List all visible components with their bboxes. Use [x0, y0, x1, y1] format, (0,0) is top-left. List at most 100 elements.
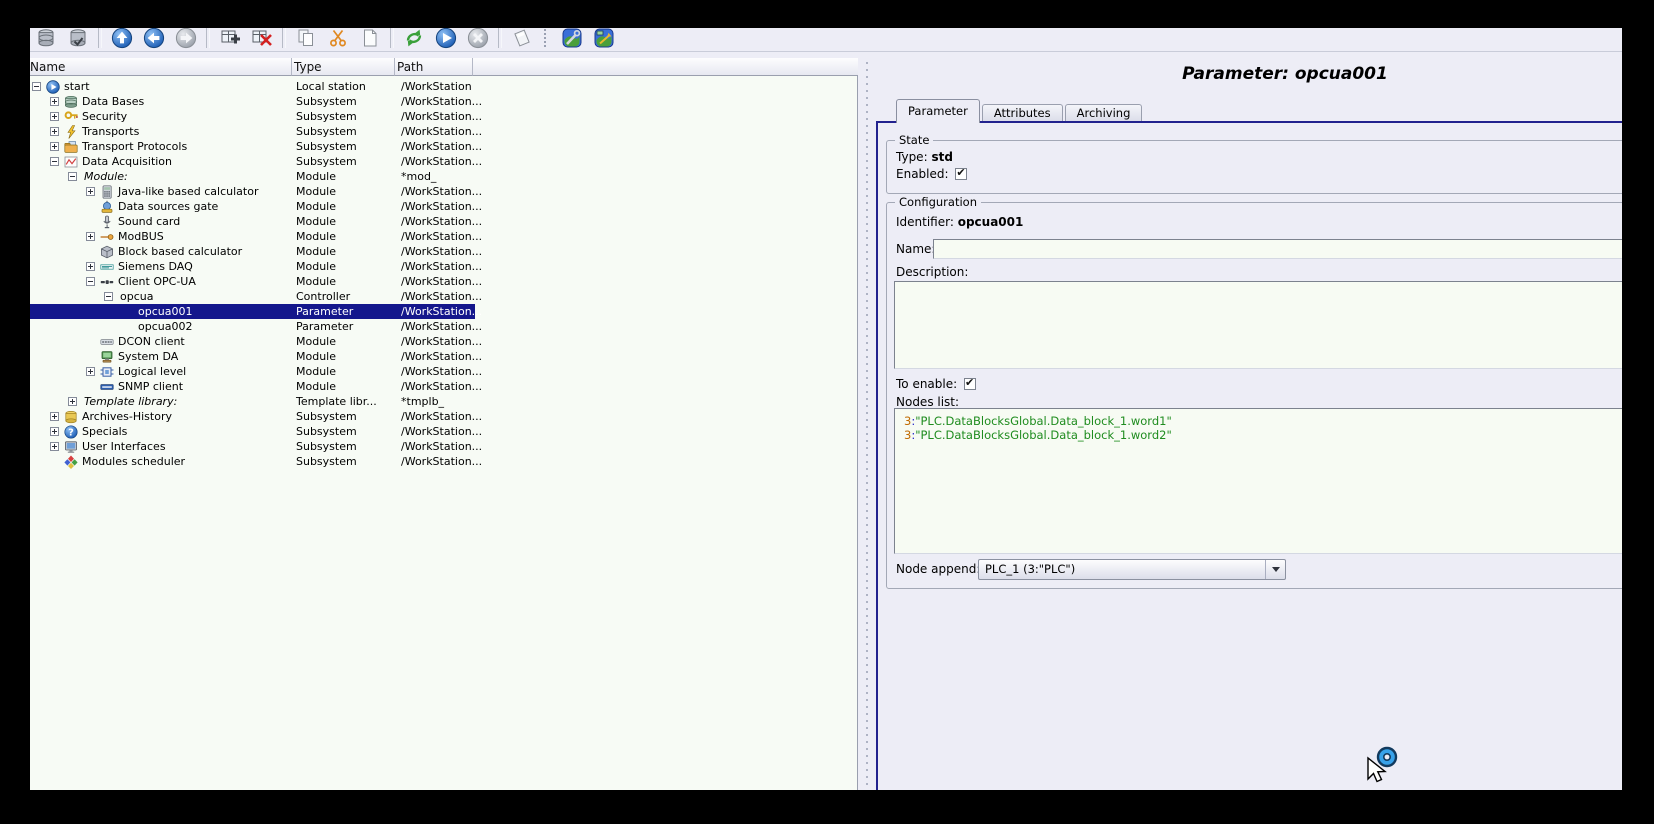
- start-icon: [46, 79, 60, 93]
- tree-item-type: Subsystem: [296, 454, 357, 469]
- module-tools-button[interactable]: [560, 28, 584, 50]
- opcua-module-icon: [100, 274, 114, 288]
- expand-icon[interactable]: [86, 367, 95, 376]
- delete-item-button[interactable]: [250, 28, 274, 50]
- scissors-icon: [327, 28, 349, 49]
- tree-item-type: Parameter: [296, 304, 353, 319]
- daq-icon: [64, 154, 78, 168]
- tree-row-security[interactable]: SecuritySubsystem/WorkStation...: [30, 109, 475, 124]
- toolbar: [30, 28, 1622, 52]
- tree-row-system-da[interactable]: System DAModule/WorkStation...: [30, 349, 475, 364]
- tree-row-data-sources-gate[interactable]: Data sources gateModule/WorkStation...: [30, 199, 475, 214]
- panel-splitter[interactable]: [862, 58, 872, 790]
- start-play-icon: [435, 28, 457, 49]
- expand-icon[interactable]: [86, 262, 95, 271]
- cut-item-button[interactable]: [326, 28, 350, 50]
- enabled-checkbox[interactable]: [955, 168, 967, 180]
- tree-item-label: Archives-History: [82, 409, 172, 424]
- column-header-type[interactable]: Type: [292, 58, 395, 76]
- collapse-icon[interactable]: [68, 172, 77, 181]
- tree-row-opcua001[interactable]: opcua001Parameter/WorkStation...: [30, 304, 475, 319]
- tree-item-path: /WorkStation...: [401, 424, 482, 439]
- clear-button[interactable]: [510, 28, 534, 50]
- tree-row-modbus[interactable]: ModBUSModule/WorkStation...: [30, 229, 475, 244]
- tree-item-label: Security: [82, 109, 127, 124]
- save-to-db-button[interactable]: [66, 28, 90, 50]
- identifier-label: Identifier:: [896, 215, 954, 229]
- collapse-icon[interactable]: [32, 82, 41, 91]
- tree-item-path: /WorkStation...: [401, 154, 482, 169]
- load-from-db-button[interactable]: [34, 28, 58, 50]
- node-append-select[interactable]: PLC_1 (3:"PLC"): [978, 559, 1286, 580]
- tree-row-data-bases[interactable]: Data BasesSubsystem/WorkStation...: [30, 94, 475, 109]
- tree-item-type: Module: [296, 334, 336, 349]
- tree-item-type: Module: [296, 349, 336, 364]
- parameter-tab-content: State Type: std Enabled: Configuration I…: [876, 121, 1622, 790]
- toolbar-handle[interactable]: [544, 29, 550, 47]
- tree-row-opcua002[interactable]: opcua002Parameter/WorkStation...: [30, 319, 475, 334]
- table-delete-icon: [251, 28, 273, 49]
- toolbar-separator: [206, 28, 210, 48]
- stop-button[interactable]: [466, 28, 490, 50]
- tree-row-data-acquisition[interactable]: Data AcquisitionSubsystem/WorkStation...: [30, 154, 475, 169]
- tree-row-siemens-daq[interactable]: Siemens DAQModule/WorkStation...: [30, 259, 475, 274]
- tree-row-template-library[interactable]: Template library:Template libr...*tmplb_: [30, 394, 475, 409]
- refresh-button[interactable]: [402, 28, 426, 50]
- expand-icon[interactable]: [50, 427, 59, 436]
- to-enable-checkbox[interactable]: [964, 378, 976, 390]
- tab-parameter[interactable]: Parameter: [896, 99, 980, 123]
- expand-icon[interactable]: [50, 127, 59, 136]
- name-input[interactable]: [933, 239, 1622, 259]
- tree-row-java-like-based-calculator[interactable]: Java-like based calculatorModule/WorkSta…: [30, 184, 475, 199]
- copy-item-button[interactable]: [294, 28, 318, 50]
- tree-item-path: *mod_: [401, 169, 436, 184]
- globe-links-icon: [593, 28, 615, 49]
- description-textarea[interactable]: [894, 281, 1622, 369]
- tree-row-transport-protocols[interactable]: Transport ProtocolsSubsystem/WorkStation…: [30, 139, 475, 154]
- expand-icon[interactable]: [50, 112, 59, 121]
- tree-row-client-opc-ua[interactable]: Client OPC-UAModule/WorkStation...: [30, 274, 475, 289]
- toolbar-separator: [498, 28, 502, 48]
- expand-icon[interactable]: [68, 397, 77, 406]
- tree-body: startLocal station/WorkStationData Bases…: [30, 79, 858, 469]
- expand-icon[interactable]: [50, 442, 59, 451]
- tree-row-snmp-client[interactable]: SNMP clientModule/WorkStation...: [30, 379, 475, 394]
- tree-row-dcon-client[interactable]: DCON clientModule/WorkStation...: [30, 334, 475, 349]
- expand-icon[interactable]: [50, 142, 59, 151]
- expand-icon[interactable]: [50, 97, 59, 106]
- collapse-icon[interactable]: [104, 292, 113, 301]
- column-header-path[interactable]: Path: [395, 58, 473, 76]
- tree-item-type: Subsystem: [296, 439, 357, 454]
- tree-item-type: Module: [296, 184, 336, 199]
- column-header-name[interactable]: Name: [30, 58, 292, 76]
- tree-row-start[interactable]: startLocal station/WorkStation: [30, 79, 475, 94]
- collapse-icon[interactable]: [50, 157, 59, 166]
- back-button[interactable]: [142, 28, 166, 50]
- blockcalc-icon: [100, 244, 114, 258]
- add-item-button[interactable]: [218, 28, 242, 50]
- start-button[interactable]: [434, 28, 458, 50]
- nodes-list-editor[interactable]: 3:"PLC.DataBlocksGlobal.Data_block_1.wor…: [894, 408, 1622, 554]
- expand-icon[interactable]: [50, 412, 59, 421]
- tree-row-specials[interactable]: ?SpecialsSubsystem/WorkStation...: [30, 424, 475, 439]
- tree-row-modules-scheduler[interactable]: Modules schedulerSubsystem/WorkStation..…: [30, 454, 475, 469]
- combo-dropdown-button[interactable]: [1265, 560, 1285, 579]
- expand-icon[interactable]: [86, 187, 95, 196]
- forward-button[interactable]: [174, 28, 198, 50]
- expand-icon[interactable]: [86, 232, 95, 241]
- tree-row-transports[interactable]: TransportsSubsystem/WorkStation...: [30, 124, 475, 139]
- paste-item-button[interactable]: [358, 28, 382, 50]
- tree-row-archives-history[interactable]: Archives-HistorySubsystem/WorkStation...: [30, 409, 475, 424]
- tree-row-opcua[interactable]: opcuaController/WorkStation...: [30, 289, 475, 304]
- tree-item-path: /WorkStation...: [401, 259, 482, 274]
- tree-row-sound-card[interactable]: Sound cardModule/WorkStation...: [30, 214, 475, 229]
- copy-icon: [295, 28, 317, 49]
- configuration-group: Configuration Identifier: opcua001 Name:…: [886, 202, 1622, 589]
- module-links-button[interactable]: [592, 28, 616, 50]
- tree-row-logical-level[interactable]: Logical levelModule/WorkStation...: [30, 364, 475, 379]
- up-button[interactable]: [110, 28, 134, 50]
- tree-row-user-interfaces[interactable]: User InterfacesSubsystem/WorkStation...: [30, 439, 475, 454]
- tree-row-module[interactable]: Module:Module*mod_: [30, 169, 475, 184]
- collapse-icon[interactable]: [86, 277, 95, 286]
- tree-row-block-based-calculator[interactable]: Block based calculatorModule/WorkStation…: [30, 244, 475, 259]
